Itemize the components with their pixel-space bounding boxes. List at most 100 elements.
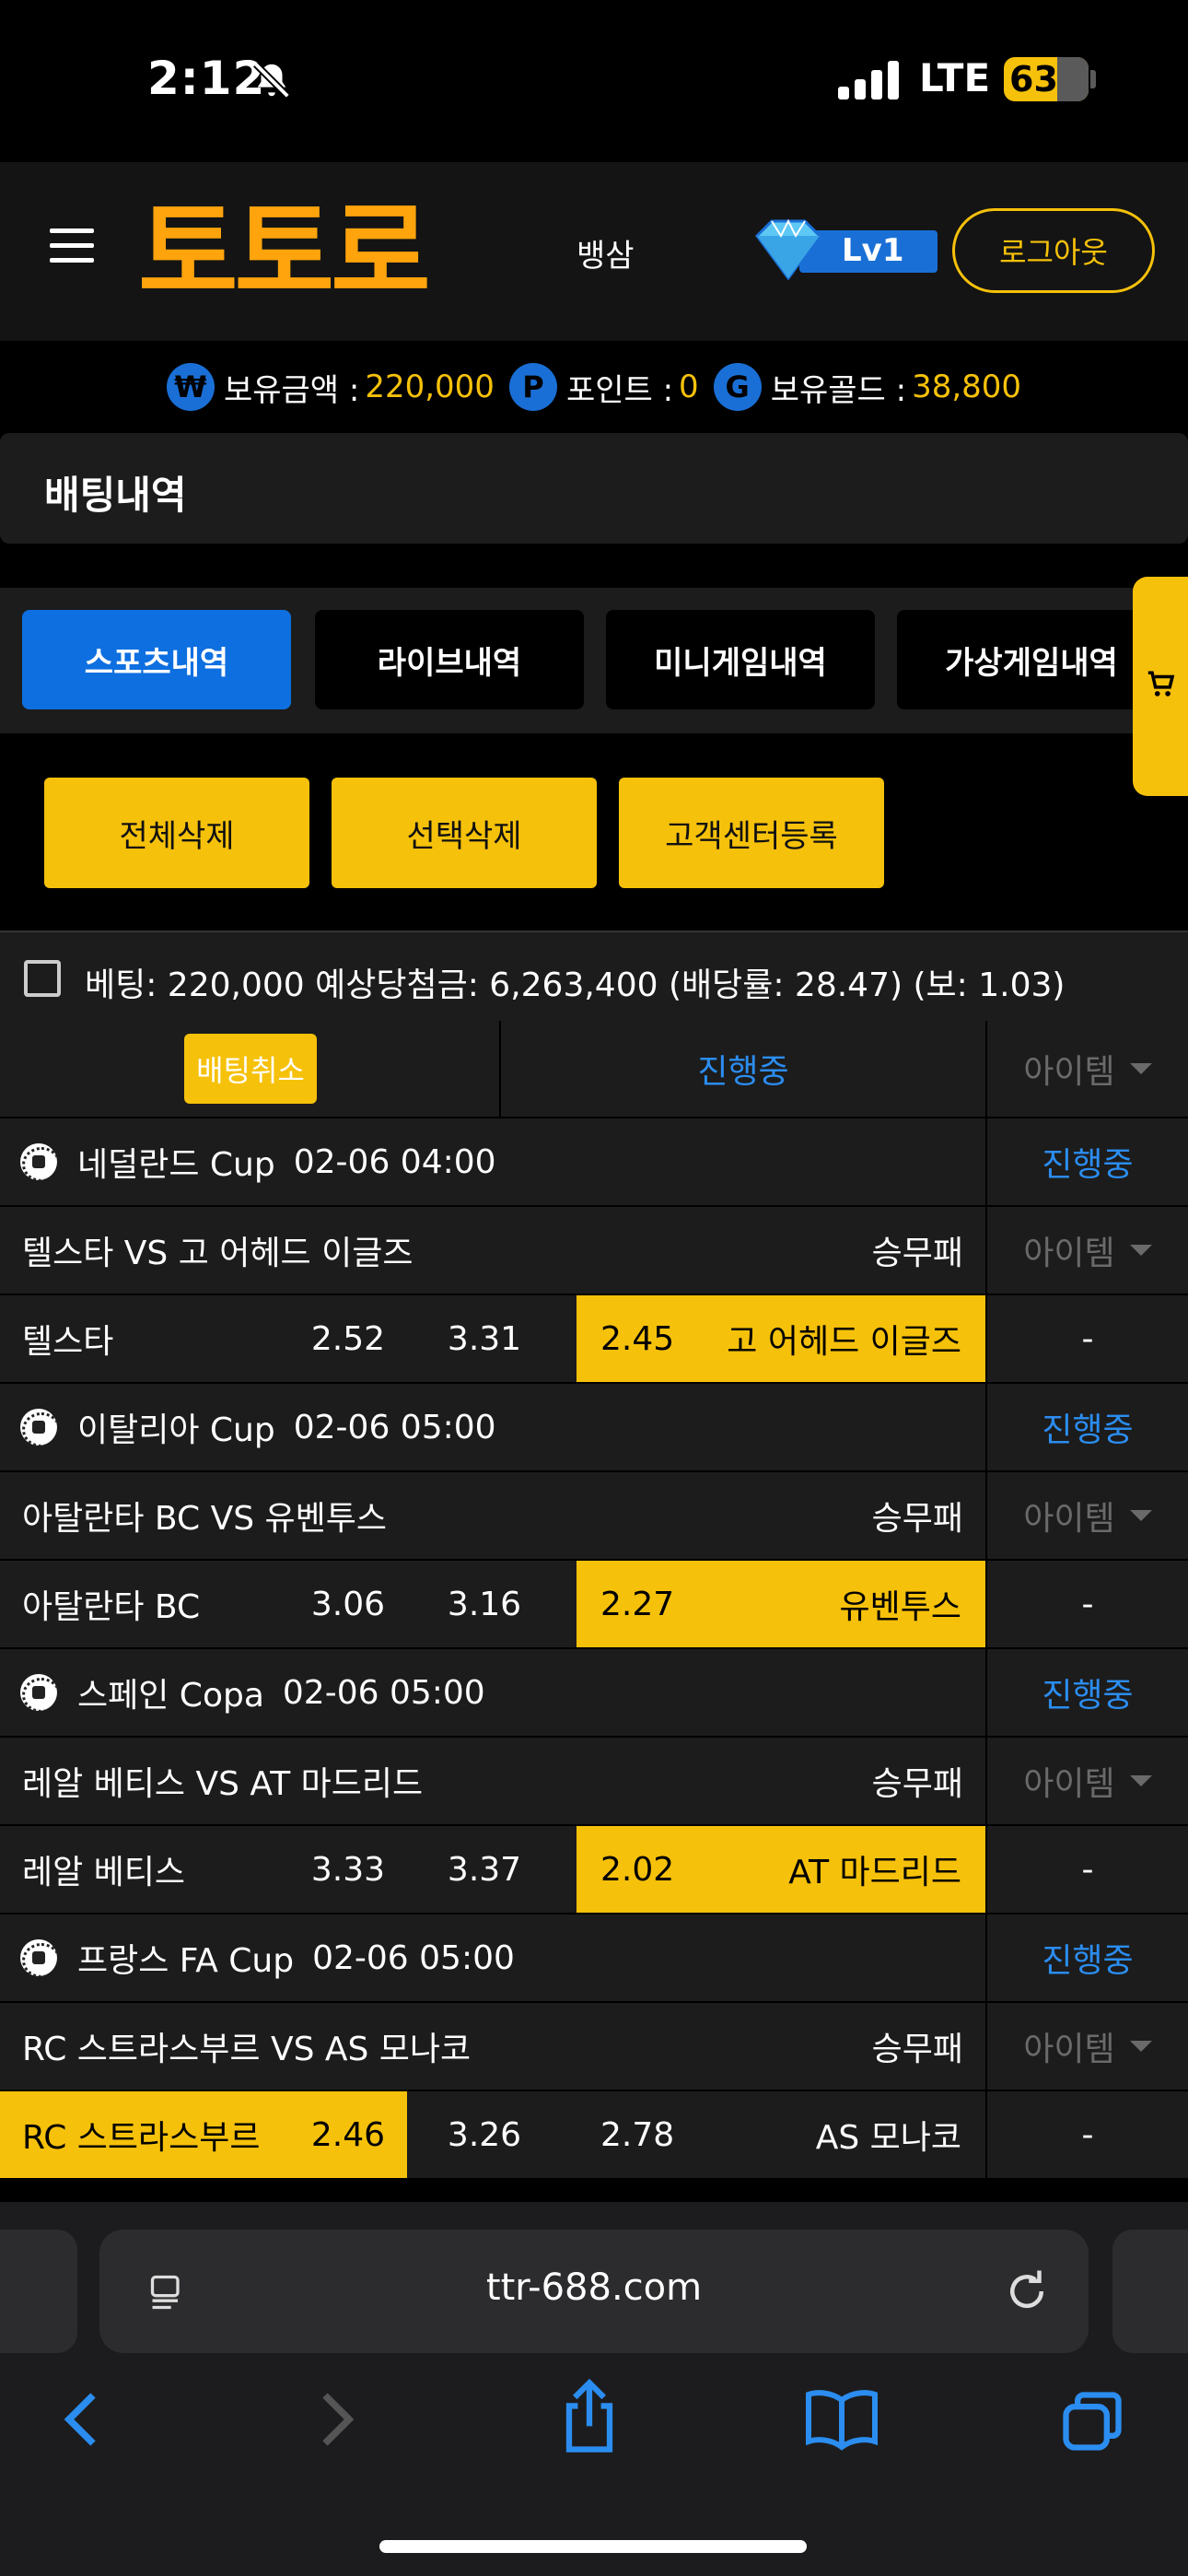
match-time: 02-06 05:00 <box>282 1673 485 1712</box>
prev-tab-preview[interactable] <box>0 2230 77 2353</box>
back-icon[interactable] <box>57 2386 105 2453</box>
league-row: 스페인 Copa 02-06 05:00 진행중 <box>0 1649 1188 1738</box>
won-icon: ₩ <box>166 363 215 411</box>
site-logo[interactable]: 토토로 <box>138 197 431 308</box>
draw-odds: 3.26 <box>447 2115 522 2154</box>
item-dropdown[interactable]: 아이템 <box>987 1021 1188 1117</box>
history-tabs: 스포츠내역 라이브내역 미니게임내역 가상게임내역 <box>0 588 1188 733</box>
home-selection[interactable]: 텔스타 2.52 <box>0 1295 407 1382</box>
balance-points: P 포인트 : 0 <box>508 363 699 411</box>
item-dropdown[interactable]: 아이템 <box>987 1472 1188 1559</box>
league-info: 스페인 Copa 02-06 05:00 <box>20 1649 485 1736</box>
league-info: 프랑스 FA Cup 02-06 05:00 <box>20 1914 515 2001</box>
league-info: 이탈리아 Cup 02-06 05:00 <box>20 1384 496 1470</box>
logout-button[interactable]: 로그아웃 <box>952 208 1155 293</box>
item-dropdown-label: 아이템 <box>1023 1765 1115 1803</box>
league-name: 프랑스 FA Cup <box>77 1942 295 1980</box>
reload-icon[interactable] <box>1002 2266 1052 2316</box>
away-team: AS 모나코 <box>815 2119 961 2157</box>
match-time: 02-06 05:00 <box>293 1408 496 1446</box>
tab-live[interactable]: 라이브내역 <box>315 610 584 709</box>
home-selection[interactable]: 레알 베티스 3.33 <box>0 1826 407 1913</box>
away-selection[interactable]: 2.27 유벤투스 <box>577 1561 985 1647</box>
match-status: 진행중 <box>1042 1411 1134 1449</box>
match-status: 진행중 <box>1042 1146 1134 1184</box>
item-dropdown[interactable]: 아이템 <box>987 1207 1188 1294</box>
tab-virtual[interactable]: 가상게임내역 <box>897 610 1166 709</box>
match-status: 진행중 <box>1042 1677 1134 1715</box>
delete-all-button[interactable]: 전체삭제 <box>44 778 309 888</box>
level-badge: Lv1 <box>744 217 938 284</box>
away-odds: 2.78 <box>600 2115 675 2154</box>
delete-selected-button[interactable]: 선택삭제 <box>332 778 597 888</box>
draw-selection[interactable]: 3.31 <box>407 1295 577 1382</box>
market-type: 승무패 <box>871 1765 963 1803</box>
select-checkbox[interactable] <box>24 960 61 997</box>
match-status: 진행중 <box>1042 1942 1134 1980</box>
hamburger-menu-icon[interactable] <box>50 228 94 265</box>
cancel-bet-button[interactable]: 배팅취소 <box>184 1034 317 1104</box>
signal-icon <box>838 61 899 100</box>
away-odds: 2.45 <box>600 1319 675 1358</box>
balance-bar: ₩ 보유금액 : 220,000 P 포인트 : 0 G 보유골드 : 38,8… <box>0 341 1188 433</box>
page-title-bar: 배팅내역 <box>0 433 1188 544</box>
chevron-down-icon <box>1129 1245 1152 1256</box>
battery-level: 63 <box>1009 59 1058 100</box>
share-icon[interactable] <box>553 2377 626 2458</box>
url-text: ttr-688.com <box>485 2266 703 2309</box>
market-type: 승무패 <box>871 2031 963 2068</box>
odds-row: 텔스타 2.52 3.31 2.45 고 어헤드 이글즈 - <box>0 1295 1188 1384</box>
market-type: 승무패 <box>871 1500 963 1538</box>
bet-result: - <box>1081 1319 1094 1358</box>
balance-points-label: 포인트 : <box>565 371 674 409</box>
match-teams: 텔스타 VS 고 어헤드 이글즈 <box>22 1235 413 1272</box>
match-teams: 아탈란타 BC VS 유벤투스 <box>22 1500 387 1538</box>
forward-icon[interactable] <box>313 2386 361 2453</box>
bookmarks-icon[interactable] <box>803 2386 880 2453</box>
home-team: 아탈란타 BC <box>22 1588 201 1626</box>
draw-selection[interactable]: 3.16 <box>407 1561 577 1647</box>
balance-money-label: 보유금액 : <box>223 371 360 409</box>
draw-selection[interactable]: 3.37 <box>407 1826 577 1913</box>
item-dropdown[interactable]: 아이템 <box>987 1738 1188 1824</box>
soccer-ball-icon <box>20 1674 57 1711</box>
level-label: Lv1 <box>842 232 904 269</box>
item-dropdown[interactable]: 아이템 <box>987 2003 1188 2090</box>
tab-minigame[interactable]: 미니게임내역 <box>606 610 875 709</box>
draw-odds: 3.31 <box>447 1319 522 1358</box>
page-title: 배팅내역 <box>44 473 187 518</box>
item-dropdown-label: 아이템 <box>1023 2031 1115 2068</box>
bet-result: - <box>1081 1850 1094 1889</box>
away-selection[interactable]: 2.78 AS 모나코 <box>577 2091 985 2178</box>
header-link[interactable]: 뱅삼 <box>577 230 635 275</box>
odds-row: 레알 베티스 3.33 3.37 2.02 AT 마드리드 - <box>0 1826 1188 1914</box>
league-name: 스페인 Copa <box>77 1677 264 1715</box>
tab-sports[interactable]: 스포츠내역 <box>22 610 291 709</box>
home-odds: 3.33 <box>310 1850 385 1889</box>
bet-summary: 베팅: 220,000 예상당첨금: 6,263,400 (배당률: 28.47… <box>0 931 1188 1023</box>
bet-result: - <box>1081 2115 1094 2154</box>
away-selection[interactable]: 2.02 AT 마드리드 <box>577 1826 985 1913</box>
item-dropdown-label: 아이템 <box>1023 1235 1115 1272</box>
next-tab-preview[interactable] <box>1112 2230 1188 2353</box>
balance-gold-label: 보유골드 : <box>770 371 907 409</box>
item-dropdown-label: 아이템 <box>1023 1053 1115 1091</box>
chevron-down-icon <box>1129 1510 1152 1521</box>
draw-selection[interactable]: 3.26 <box>407 2091 577 2178</box>
bet-slip-cart-tab[interactable] <box>1133 577 1188 796</box>
league-name: 네덜란드 Cup <box>77 1146 275 1184</box>
customer-center-button[interactable]: 고객센터등록 <box>619 778 884 888</box>
home-team: 텔스타 <box>22 1323 114 1361</box>
home-selection[interactable]: RC 스트라스부르 2.46 <box>0 2091 407 2178</box>
balance-gold-value: 38,800 <box>912 369 1022 405</box>
home-selection[interactable]: 아탈란타 BC 3.06 <box>0 1561 407 1647</box>
match-time: 02-06 05:00 <box>312 1938 515 1977</box>
balance-points-value: 0 <box>679 369 699 405</box>
status-bar: 2:12 LTE 63 <box>0 0 1188 162</box>
away-selection[interactable]: 2.45 고 어헤드 이글즈 <box>577 1295 985 1382</box>
tabs-icon[interactable] <box>1057 2386 1127 2456</box>
league-row: 프랑스 FA Cup 02-06 05:00 진행중 <box>0 1914 1188 2003</box>
league-row: 이탈리아 Cup 02-06 05:00 진행중 <box>0 1384 1188 1472</box>
site-header: 토토로 뱅삼 Lv1 로그아웃 <box>0 162 1188 341</box>
address-bar[interactable]: ttr-688.com <box>99 2230 1089 2353</box>
